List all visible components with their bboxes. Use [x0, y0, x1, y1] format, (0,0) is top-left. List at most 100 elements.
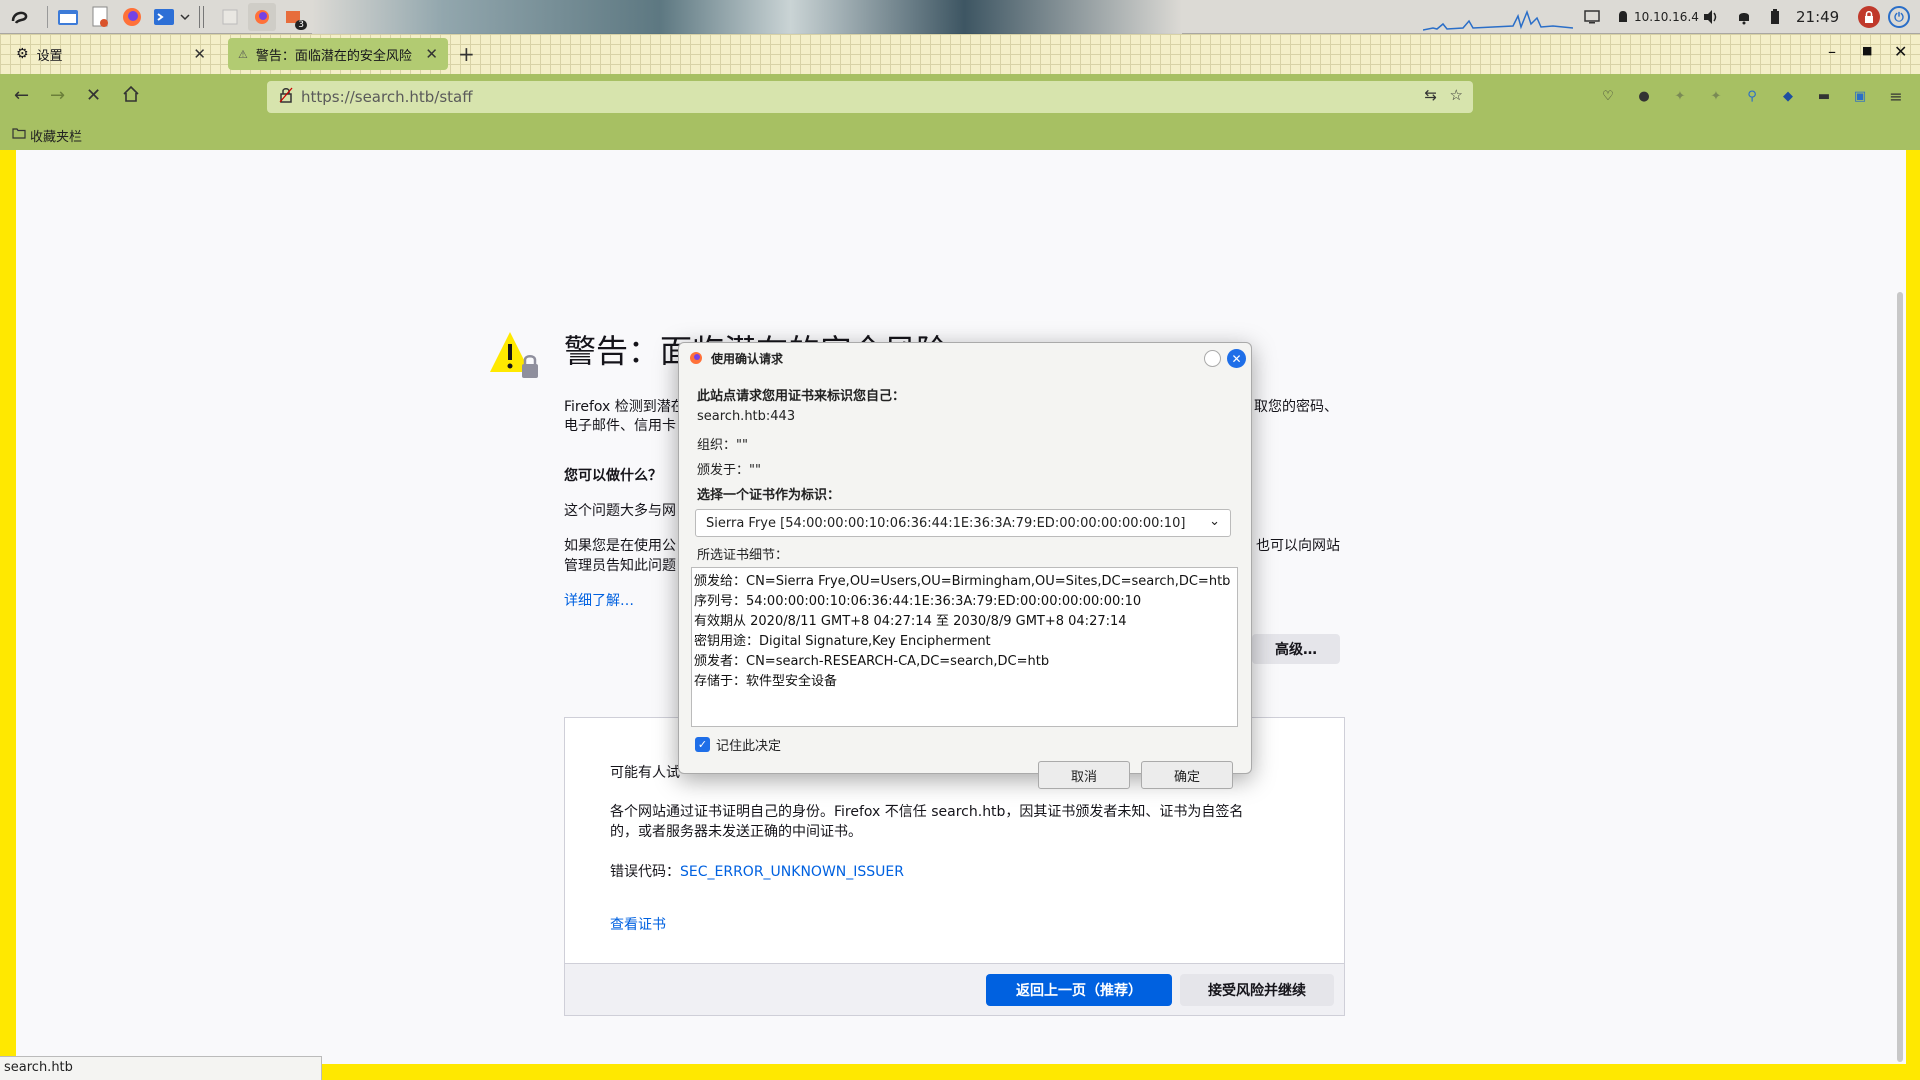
- dialog-prompt: 此站点请求您用证书来标识您自己：: [697, 389, 906, 404]
- url-text: https://search.htb/staff: [301, 88, 473, 106]
- battery-icon[interactable]: [1770, 0, 1780, 34]
- ok-button[interactable]: 确定: [1141, 761, 1233, 789]
- firefox-icon: [690, 352, 702, 364]
- scrollbar-thumb[interactable]: [1897, 292, 1903, 1062]
- lock-screen-icon[interactable]: [1858, 0, 1880, 34]
- grouped-windows-icon[interactable]: 3: [280, 3, 308, 31]
- extension-icon[interactable]: ✦: [1671, 87, 1689, 105]
- what-text: 也可以向网站: [1256, 538, 1340, 554]
- firefox-window-icon[interactable]: [248, 2, 276, 31]
- choose-certificate-label: 选择一个证书作为标识：: [697, 488, 841, 503]
- account-icon[interactable]: ●: [1635, 87, 1653, 105]
- insecure-lock-icon[interactable]: [279, 87, 293, 107]
- divider-icon: [196, 3, 206, 31]
- stop-icon[interactable]: ✕: [86, 85, 101, 106]
- text-editor-icon[interactable]: [86, 3, 114, 31]
- volume-icon[interactable]: [1702, 0, 1720, 34]
- intro-text: Firefox 检测到潜在: [564, 399, 685, 415]
- vpn-ip-indicator[interactable]: 10.10.16.4: [1616, 0, 1699, 34]
- detail-validity: 有效期从 2020/8/11 GMT+8 04:27:14 至 2030/8/9…: [694, 614, 1127, 629]
- maximize-icon[interactable]: ■: [1862, 44, 1872, 57]
- advanced-text: 的，或者服务器未发送正确的中间证书。: [610, 824, 862, 840]
- tab-bar: ⚙ 设置 ✕ ⚠ 警告：面临潜在的安全风险 ✕ + – ■ ✕: [0, 34, 1920, 74]
- tab-warning-label: 警告：面临潜在的安全风险: [255, 48, 412, 64]
- file-manager-icon[interactable]: [54, 3, 82, 31]
- clock[interactable]: 21:49: [1796, 0, 1839, 34]
- system-taskbar: 3 10.10.16.4 21:49 ⏻: [0, 0, 1920, 34]
- dialog-issued-under: 颁发于："": [697, 463, 761, 478]
- window-button-icon[interactable]: [216, 3, 244, 31]
- selected-certificate: Sierra Frye [54:00:00:00:10:06:36:44:1E:…: [706, 515, 1186, 531]
- error-code-link[interactable]: SEC_ERROR_UNKNOWN_ISSUER: [680, 864, 904, 880]
- view-certificate-link[interactable]: 查看证书: [610, 915, 666, 935]
- close-icon[interactable]: ✕: [1227, 349, 1246, 368]
- app-launcher-icon[interactable]: [6, 3, 34, 31]
- advanced-text: 可能有人试: [610, 765, 680, 781]
- accept-risk-button[interactable]: 接受风险并继续: [1180, 974, 1334, 1006]
- what-text: 如果您是在使用公: [564, 538, 676, 554]
- close-icon[interactable]: ✕: [193, 45, 206, 63]
- navigation-toolbar: ← → ✕ https://search.htb/staff ⇆ ☆ ♡ ● ✦…: [0, 74, 1920, 120]
- minimize-icon[interactable]: –: [1828, 42, 1836, 61]
- network-graph-icon: [1423, 9, 1573, 31]
- power-icon[interactable]: ⏻: [1888, 0, 1910, 34]
- firefox-icon[interactable]: [118, 3, 146, 31]
- advanced-button[interactable]: 高级…: [1252, 634, 1340, 664]
- back-arrow-icon[interactable]: ←: [14, 85, 29, 106]
- certificate-select[interactable]: Sierra Frye [54:00:00:00:10:06:36:44:1E:…: [695, 509, 1231, 537]
- clock-time: 21:49: [1796, 8, 1840, 26]
- close-icon[interactable]: ✕: [425, 45, 438, 63]
- gear-icon: ⚙: [16, 46, 29, 62]
- dialog-title: 使用确认请求: [711, 351, 784, 366]
- hat-icon[interactable]: ▬: [1815, 87, 1833, 105]
- forward-arrow-icon[interactable]: →: [50, 85, 65, 106]
- bookmarks-toolbar: 收藏夹栏: [0, 120, 1920, 150]
- folder-icon: [12, 127, 26, 143]
- intro-text: 电子邮件、信用卡: [564, 418, 676, 434]
- terminal-icon[interactable]: [150, 3, 178, 31]
- dialog-titlebar[interactable]: 使用确认请求: [679, 343, 1251, 373]
- advanced-text: 各个网站通过证书证明自己的身份。Firefox 不信任 search.htb，因…: [610, 804, 1244, 820]
- new-tab-button[interactable]: +: [458, 42, 475, 66]
- translate-icon[interactable]: ⇆: [1424, 86, 1437, 104]
- divider-icon: [44, 3, 50, 31]
- detail-issued-to: 颁发给：CN=Sierra Frye,OU=Users,OU=Birmingha…: [694, 574, 1231, 589]
- location-pin-icon[interactable]: ⚲: [1743, 87, 1761, 105]
- pocket-icon[interactable]: ♡: [1599, 87, 1617, 105]
- notification-bell-icon[interactable]: [1736, 0, 1752, 34]
- taskbar-wallpaper-art: [312, 0, 1182, 34]
- menu-icon[interactable]: ≡: [1887, 87, 1905, 106]
- bookmarks-folder[interactable]: 收藏夹栏: [30, 126, 82, 145]
- screen-icon[interactable]: [1584, 0, 1600, 34]
- detail-key-usage: 密钥用途：Digital Signature,Key Encipherment: [694, 634, 991, 649]
- url-bar[interactable]: https://search.htb/staff ⇆ ☆: [267, 81, 1473, 113]
- certificate-details-box[interactable]: 颁发给：CN=Sierra Frye,OU=Users,OU=Birmingha…: [691, 567, 1238, 727]
- go-back-button[interactable]: 返回上一页（推荐）: [986, 974, 1172, 1006]
- cancel-button[interactable]: 取消: [1038, 761, 1130, 789]
- chevron-down-icon[interactable]: [178, 3, 192, 31]
- window-count-badge: 3: [295, 19, 307, 30]
- certificate-request-dialog: 使用确认请求 ✕ 此站点请求您用证书来标识您自己： search.htb:443…: [678, 342, 1252, 789]
- window-close-icon[interactable]: ✕: [1894, 42, 1907, 61]
- minimize-icon[interactable]: [1204, 350, 1221, 367]
- dialog-organization: 组织："": [697, 438, 748, 453]
- detail-serial: 序列号：54:00:00:00:10:06:36:44:1E:36:3A:79:…: [694, 594, 1142, 609]
- bookmark-star-icon[interactable]: ☆: [1450, 86, 1463, 104]
- chevron-down-icon: ⌄: [1209, 514, 1220, 529]
- translate-extension-icon[interactable]: ▣: [1851, 87, 1869, 105]
- dialog-host: search.htb:443: [697, 409, 796, 424]
- intro-text: 取您的密码、: [1254, 399, 1338, 415]
- checkmark-icon: ✓: [695, 737, 710, 752]
- tab-settings[interactable]: ⚙ 设置 ✕: [6, 38, 216, 70]
- detail-stored-on: 存储于：软件型安全设备: [694, 674, 838, 689]
- tab-security-warning[interactable]: ⚠ 警告：面临潜在的安全风险 ✕: [228, 38, 448, 70]
- extension-icon[interactable]: ✦: [1707, 87, 1725, 105]
- warning-icon: ⚠: [238, 47, 248, 61]
- shield-extension-icon[interactable]: ◆: [1779, 87, 1797, 105]
- ip-address: 10.10.16.4: [1634, 10, 1699, 24]
- learn-more-link[interactable]: 详细了解…: [564, 591, 634, 611]
- home-icon[interactable]: [122, 85, 140, 108]
- tab-settings-label: 设置: [36, 48, 63, 64]
- remember-decision-checkbox[interactable]: ✓ 记住此决定: [695, 735, 781, 754]
- vpn-icon: [1619, 11, 1627, 22]
